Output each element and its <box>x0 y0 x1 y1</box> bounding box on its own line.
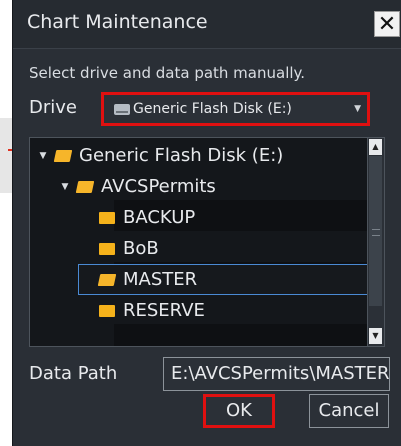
data-path-field[interactable]: E:\AVCSPermits\MASTER <box>163 357 390 391</box>
dialog-title: Chart Maintenance <box>27 11 208 33</box>
tree-scrollbar[interactable]: ▲ ▼ <box>367 138 384 346</box>
chart-maintenance-dialog: Chart Maintenance ✕ Select drive and dat… <box>12 0 401 446</box>
cancel-button[interactable]: Cancel <box>309 394 389 428</box>
expand-arrow-icon[interactable]: ▼ <box>36 151 50 161</box>
disk-icon <box>114 103 130 115</box>
tree-item-label: MASTER <box>123 269 198 290</box>
tree-item-label: BoB <box>123 238 159 259</box>
folder-tree[interactable]: ▼ Generic Flash Disk (E:) ▼ AVCSPermits … <box>29 137 385 347</box>
expand-arrow-icon[interactable]: ▼ <box>58 182 72 192</box>
folder-open-icon <box>75 180 95 193</box>
instruction-text: Select drive and data path manually. <box>29 64 306 82</box>
tree-item-label: BACKUP <box>123 207 196 228</box>
title-bar: Chart Maintenance ✕ <box>13 0 401 49</box>
folder-icon <box>99 242 115 255</box>
drive-dropdown[interactable]: Generic Flash Disk (E:) ▼ <box>101 92 370 126</box>
folder-icon <box>99 304 115 317</box>
tree-item-bob[interactable]: BoB <box>30 233 370 264</box>
folder-open-icon <box>53 149 73 162</box>
tree-item-label: Generic Flash Disk (E:) <box>79 145 284 166</box>
tree-item-reserve[interactable]: RESERVE <box>30 295 370 326</box>
drive-label: Drive <box>29 97 77 118</box>
tree-item-backup[interactable]: BACKUP <box>30 202 370 233</box>
tree-item-master[interactable]: MASTER <box>78 264 370 295</box>
tree-item-drive[interactable]: ▼ Generic Flash Disk (E:) <box>30 140 370 171</box>
tree-item-label: RESERVE <box>123 300 205 321</box>
drive-value: Generic Flash Disk (E:) <box>133 101 292 117</box>
ok-button[interactable]: OK <box>203 394 275 428</box>
grip-icon <box>372 229 380 236</box>
tree-item-label: AVCSPermits <box>101 176 216 197</box>
folder-open-icon <box>97 273 117 286</box>
scroll-up-icon[interactable]: ▲ <box>369 139 382 155</box>
close-icon[interactable]: ✕ <box>374 11 400 37</box>
tree-item-avcspermits[interactable]: ▼ AVCSPermits <box>30 171 370 202</box>
dropdown-caret-icon: ▼ <box>354 104 361 114</box>
data-path-label: Data Path <box>29 363 118 384</box>
scroll-thumb[interactable] <box>369 156 382 306</box>
scroll-down-icon[interactable]: ▼ <box>369 328 382 344</box>
folder-icon <box>99 211 115 224</box>
tree-row-stripe <box>114 324 370 346</box>
